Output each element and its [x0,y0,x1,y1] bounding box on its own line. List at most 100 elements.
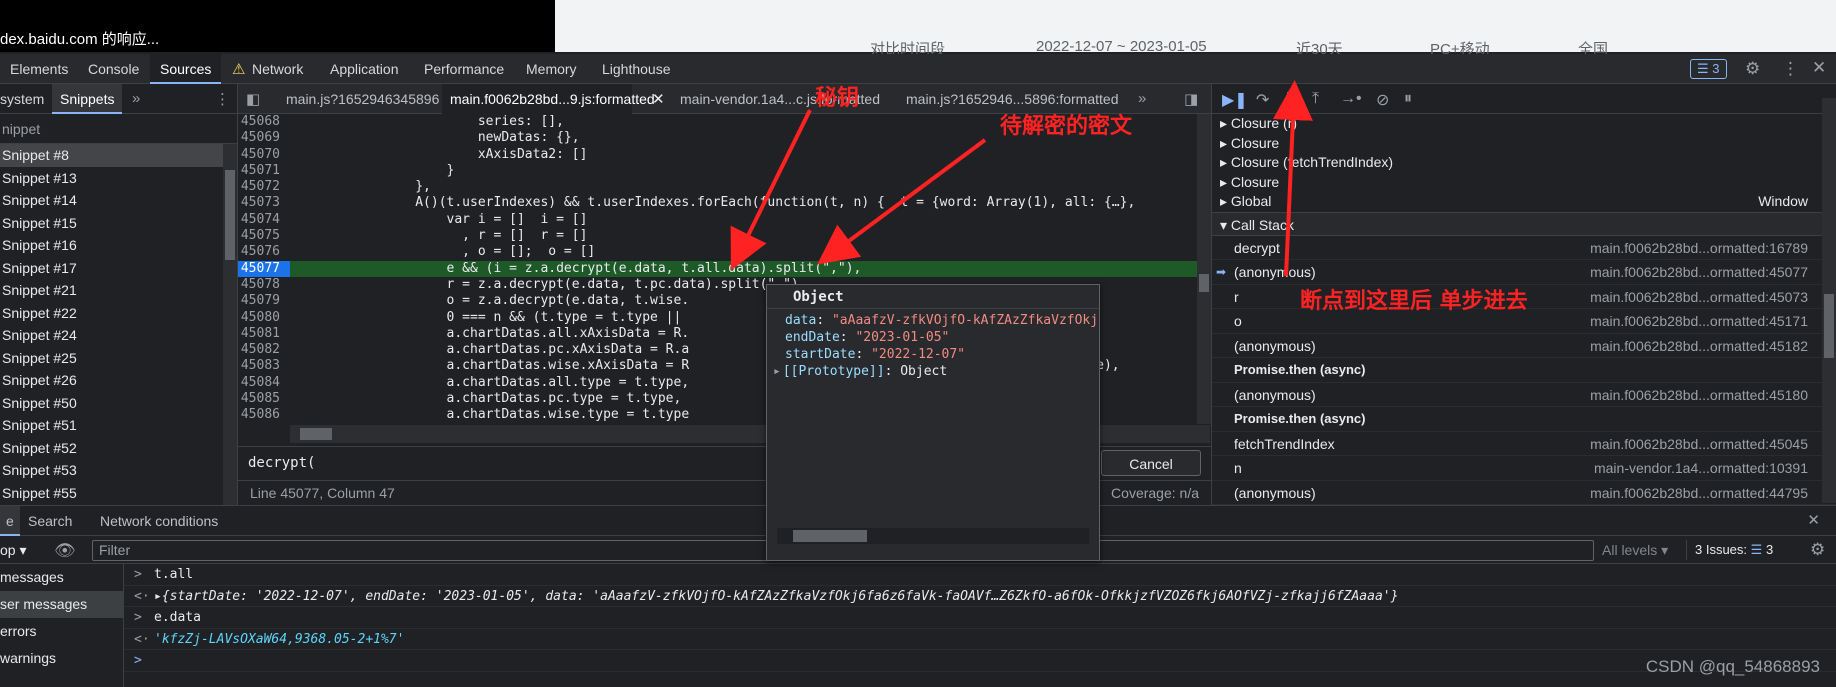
editor-tab-main-js[interactable]: main.js?1652946345896 [278,84,447,114]
close-tab-icon[interactable]: ✕ [652,90,665,108]
toggle-navigator-icon[interactable]: ◧ [246,90,260,108]
line-number[interactable]: 45075 [238,228,290,244]
close-icon[interactable]: ✕ [1812,58,1826,78]
scope-closure-2[interactable]: ▸ Closure [1212,173,1836,193]
coverage-status[interactable]: Coverage: n/a [1111,481,1199,506]
popup-scroll-thumb[interactable] [793,530,867,542]
step-into-icon[interactable]: ⤓ [1284,90,1291,108]
eye-icon[interactable]: 👁 [54,541,76,561]
scope-global[interactable]: ▸ GlobalWindow [1212,192,1836,212]
snippet-item[interactable]: Snippet #14 [0,189,237,212]
code-scroll-thumb[interactable] [1199,274,1209,292]
snippet-item[interactable]: Snippet #22 [0,302,237,325]
console-filter-item[interactable]: errors [0,618,123,645]
navigator-scroll-thumb[interactable] [225,170,235,260]
line-number[interactable]: 45079 [238,293,290,309]
line-number[interactable]: 45086 [238,407,290,423]
console-filter-item[interactable]: messages [0,564,123,591]
snippet-item[interactable]: Snippet #16 [0,234,237,257]
line-number[interactable]: 45073 [238,195,290,211]
snippet-item[interactable]: Snippet #24 [0,324,237,347]
call-frame[interactable]: nmain-vendor.1a4...ormatted:10391 [1212,456,1836,481]
line-number[interactable]: 45082 [238,342,290,358]
line-number[interactable]: 45085 [238,391,290,407]
popup-row[interactable]: endDate: "2023-01-05" [767,329,1099,346]
console-output[interactable]: >t.all<·▸{startDate: '2022-12-07', endDa… [124,564,1836,687]
call-frame[interactable]: decryptmain.f0062b28bd...ormatted:16789 [1212,236,1836,261]
line-number[interactable]: 45084 [238,375,290,391]
line-number[interactable]: 45071 [238,163,290,179]
context-selector[interactable]: op ▾ [0,542,27,559]
step-out-icon[interactable]: ⤒ [1312,90,1319,108]
console-filter-item[interactable]: ser messages [0,591,123,618]
snippet-item[interactable]: Snippet #26 [0,369,237,392]
line-number[interactable]: 45080 [238,310,290,326]
popup-scrollbar[interactable] [777,528,1089,544]
tab-snippets[interactable]: Snippets [52,84,122,114]
snippet-item[interactable]: Snippet #17 [0,257,237,280]
scope-closure-r[interactable]: ▸ Closure (r) [1212,114,1836,134]
console-settings-icon[interactable]: ⚙ [1810,540,1825,560]
pause-exceptions-icon[interactable]: ⏸ [1404,90,1412,108]
call-frame[interactable]: (anonymous)main.f0062b28bd...ormatted:45… [1212,260,1836,285]
call-frame[interactable]: (anonymous)main.f0062b28bd...ormatted:45… [1212,383,1836,408]
editor-tab-main-formatted[interactable]: main.f0062b28bd...9.js:formatted [442,84,632,114]
more-tabs-icon[interactable]: » [132,90,140,107]
snippet-item[interactable]: Snippet #15 [0,212,237,235]
popup-row[interactable]: ▸[[Prototype]]: Object [767,363,1099,380]
call-stack-header[interactable]: ▾ Call Stack [1212,212,1836,236]
step-over-icon[interactable]: ↷ [1256,90,1269,110]
line-number[interactable]: 45068 [238,114,290,130]
tab-filesystem[interactable]: system [0,84,44,114]
popup-row[interactable]: data: "aAaafzV-zfkVOjfO-kAfZAzZfkaVzfOkj… [767,312,1099,329]
close-drawer-icon[interactable]: ✕ [1807,511,1820,529]
snippet-item[interactable]: Snippet #13 [0,167,237,190]
kebab-menu-icon[interactable]: ⋮ [1782,59,1799,79]
call-frame[interactable]: fetchTrendIndexmain.f0062b28bd...ormatte… [1212,432,1836,457]
scope-closure-fetch[interactable]: ▸ Closure (fetchTrendIndex) [1212,153,1836,173]
drawer-tab-search[interactable]: Search [28,506,72,536]
snippet-item[interactable]: Snippet #52 [0,437,237,460]
snippet-item[interactable]: Snippet #55 [0,482,237,505]
console-filter-item[interactable]: warnings [0,645,123,672]
scope-closure[interactable]: ▸ Closure [1212,134,1836,154]
line-number[interactable]: 45074 [238,212,290,228]
line-number[interactable]: 45076 [238,244,290,260]
cancel-button[interactable]: Cancel [1101,450,1201,476]
call-frame[interactable]: (anonymous)main.f0062b28bd...ormatted:44… [1212,481,1836,506]
tab-network[interactable]: Network [242,54,313,84]
more-tabs-icon[interactable]: » [1138,90,1146,107]
snippet-item[interactable]: Snippet #50 [0,392,237,415]
line-number[interactable]: 45069 [238,130,290,146]
issues-badge[interactable]: ☰ 3 [1690,59,1727,79]
issues-button[interactable]: 3 Issues: ☰ 3 [1686,540,1773,560]
navigator-menu-icon[interactable]: ⋮ [215,90,230,108]
line-number[interactable]: 45083 [238,358,290,374]
line-number[interactable]: 45077 [238,261,290,277]
debugger-scrollbar[interactable] [1822,98,1836,503]
tab-console[interactable]: Console [78,54,149,84]
tab-lighthouse[interactable]: Lighthouse [592,54,681,84]
line-number[interactable]: 45070 [238,147,290,163]
navigator-scrollbar[interactable] [223,144,237,505]
deactivate-breakpoints-icon[interactable]: ⊘ [1376,90,1389,110]
step-icon[interactable]: →• [1340,90,1362,108]
tab-memory[interactable]: Memory [516,54,587,84]
snippet-search[interactable]: nippet [0,114,237,144]
code-hscroll-thumb[interactable] [300,428,332,440]
line-number[interactable]: 45078 [238,277,290,293]
log-levels-dropdown[interactable]: All levels ▾ [1602,542,1668,559]
toggle-debugger-icon[interactable]: ◨ [1184,90,1198,108]
tab-sources[interactable]: Sources [150,54,221,84]
drawer-tab-network-conditions[interactable]: Network conditions [100,506,218,536]
snippet-item[interactable]: Snippet #53 [0,459,237,482]
snippet-item[interactable]: Snippet #25 [0,347,237,370]
resume-icon[interactable]: ▶❚ [1222,90,1248,110]
tab-elements[interactable]: Elements [0,54,78,84]
debugger-scroll-thumb[interactable] [1824,294,1834,358]
tab-application[interactable]: Application [320,54,409,84]
call-frame[interactable]: (anonymous)main.f0062b28bd...ormatted:45… [1212,334,1836,359]
snippet-item[interactable]: Snippet #51 [0,414,237,437]
snippet-item[interactable]: Snippet #21 [0,279,237,302]
code-scrollbar[interactable] [1197,114,1211,424]
